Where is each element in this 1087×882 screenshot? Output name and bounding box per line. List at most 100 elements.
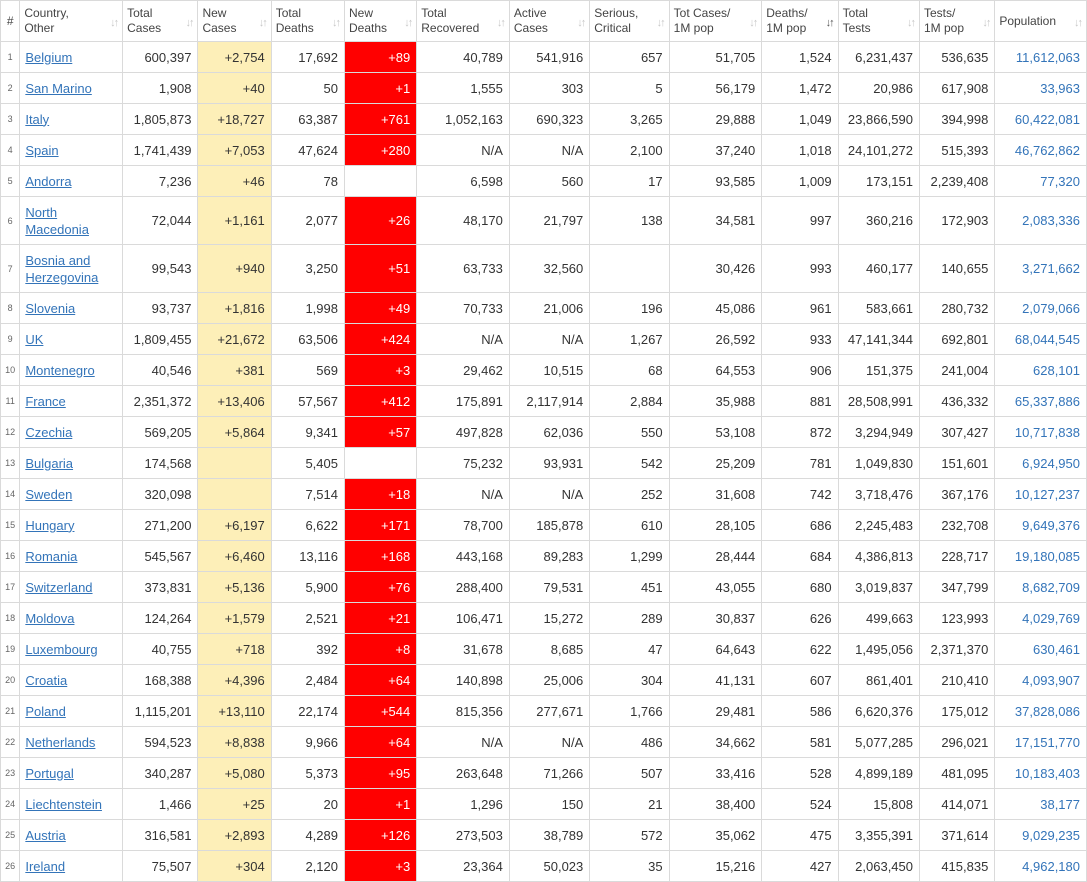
header-label-line2: Other xyxy=(24,21,55,35)
new-cases-cell: +6,197 xyxy=(197,509,272,541)
total-recovered-cell: 31,678 xyxy=(416,633,510,665)
tests-1m-cell: 296,021 xyxy=(918,726,996,758)
header-total-recovered[interactable]: Total Recovered ↓↑ xyxy=(416,0,510,42)
country-link[interactable]: Bulgaria xyxy=(25,456,73,471)
population-cell: 4,029,769 xyxy=(994,602,1087,634)
deaths-1m-cell: 742 xyxy=(761,478,839,510)
serious-critical-cell: 572 xyxy=(589,819,670,851)
header-active-cases[interactable]: Active Cases ↓↑ xyxy=(508,0,591,42)
new-deaths-cell xyxy=(343,165,418,197)
sort-icon[interactable]: ↓↑ xyxy=(332,16,341,31)
tests-1m-cell: 307,427 xyxy=(918,416,996,448)
country-link[interactable]: Belgium xyxy=(25,50,72,65)
country-link[interactable]: Switzerland xyxy=(25,580,92,595)
active-cases-cell: 89,283 xyxy=(508,540,591,572)
country-link[interactable]: Montenegro xyxy=(25,363,94,378)
country-link[interactable]: Croatia xyxy=(25,673,67,688)
tests-1m-cell: 175,012 xyxy=(918,695,996,727)
country-link[interactable]: Luxembourg xyxy=(25,642,97,657)
country-link[interactable]: Bosnia and Herzegovina xyxy=(25,253,98,285)
tot-cases-1m-cell: 56,179 xyxy=(668,72,763,104)
tot-cases-1m-cell: 35,062 xyxy=(668,819,763,851)
country-link[interactable]: Netherlands xyxy=(25,735,95,750)
sort-icon[interactable]: ↓↑ xyxy=(185,16,194,31)
serious-critical-cell: 17 xyxy=(589,165,670,197)
country-cell: Moldova xyxy=(19,602,124,634)
header-label-line2: 1M pop xyxy=(673,21,714,35)
row-index: 16 xyxy=(0,540,21,572)
country-link[interactable]: San Marino xyxy=(25,81,91,96)
country-cell: Romania xyxy=(19,540,124,572)
sort-icon[interactable]: ↓↑ xyxy=(110,16,119,31)
country-link[interactable]: Liechtenstein xyxy=(25,797,102,812)
deaths-1m-cell: 961 xyxy=(761,292,839,324)
total-cases-cell: 174,568 xyxy=(122,447,199,479)
serious-critical-cell: 196 xyxy=(589,292,670,324)
active-cases-cell: 303 xyxy=(508,72,591,104)
country-link[interactable]: Moldova xyxy=(25,611,74,626)
sort-icon[interactable]: ↓↑ xyxy=(497,16,506,31)
total-deaths-cell: 569 xyxy=(270,354,346,386)
header-country[interactable]: Country, Other ↓↑ xyxy=(19,0,124,42)
country-link[interactable]: Ireland xyxy=(25,859,65,874)
total-deaths-cell: 63,387 xyxy=(270,103,346,135)
country-link[interactable]: Czechia xyxy=(25,425,72,440)
header-tot-cases-1m[interactable]: Tot Cases/1M pop ↓↑ xyxy=(668,0,763,42)
new-cases-cell: +21,672 xyxy=(197,323,272,355)
header-total-tests[interactable]: Total Tests ↓↑ xyxy=(837,0,921,42)
country-link[interactable]: Hungary xyxy=(25,518,74,533)
country-link[interactable]: Austria xyxy=(25,828,65,843)
total-tests-cell: 15,808 xyxy=(837,788,921,820)
table-row: 22 Netherlands 594,523 +8,838 9,966 +64 N/A N/A… xyxy=(0,726,1087,758)
country-link[interactable]: Andorra xyxy=(25,174,71,189)
country-cell: Portugal xyxy=(19,757,124,789)
country-link[interactable]: UK xyxy=(25,332,43,347)
new-deaths-cell: +1 xyxy=(343,72,418,104)
header-population[interactable]: Population ↓↑ xyxy=(994,0,1087,42)
new-cases-cell: +13,406 xyxy=(197,385,272,417)
sort-icon[interactable]: ↓↑ xyxy=(259,16,268,31)
country-link[interactable]: Romania xyxy=(25,549,77,564)
header-total-deaths[interactable]: Total Deaths ↓↑ xyxy=(270,0,346,42)
sort-icon[interactable]: ↓↑ xyxy=(577,16,586,31)
header-tests-1m[interactable]: Tests/1M pop ↓↑ xyxy=(918,0,996,42)
country-cell: Austria xyxy=(19,819,124,851)
header-index[interactable]: # xyxy=(0,0,21,42)
header-total-cases[interactable]: Total Cases ↓↑ xyxy=(122,0,199,42)
new-deaths-cell: +8 xyxy=(343,633,418,665)
country-link[interactable]: Poland xyxy=(25,704,65,719)
total-deaths-cell: 50 xyxy=(270,72,346,104)
total-recovered-cell: 1,052,163 xyxy=(416,103,510,135)
new-cases-cell: +4,396 xyxy=(197,664,272,696)
sort-icon[interactable]: ↓↑ xyxy=(657,16,666,31)
country-link[interactable]: North Macedonia xyxy=(25,205,89,237)
tot-cases-1m-cell: 25,209 xyxy=(668,447,763,479)
country-link[interactable]: Italy xyxy=(25,112,49,127)
header-serious-critical[interactable]: Serious, Critical ↓↑ xyxy=(589,0,670,42)
header-new-cases[interactable]: New Cases ↓↑ xyxy=(197,0,272,42)
sort-icon[interactable]: ↓↑ xyxy=(982,16,991,31)
sort-icon[interactable]: ↓↑ xyxy=(826,16,835,31)
country-link[interactable]: Slovenia xyxy=(25,301,75,316)
country-link[interactable]: France xyxy=(25,394,65,409)
country-link[interactable]: Spain xyxy=(25,143,58,158)
header-new-deaths[interactable]: New Deaths ↓↑ xyxy=(343,0,418,42)
active-cases-cell: 150 xyxy=(508,788,591,820)
total-recovered-cell: 815,356 xyxy=(416,695,510,727)
country-cell: Liechtenstein xyxy=(19,788,124,820)
total-recovered-cell: 70,733 xyxy=(416,292,510,324)
sort-icon[interactable]: ↓↑ xyxy=(404,16,413,31)
country-link[interactable]: Portugal xyxy=(25,766,73,781)
header-deaths-1m[interactable]: Deaths/1M pop ↓↑ xyxy=(761,0,839,42)
sort-icon[interactable]: ↓↑ xyxy=(907,16,916,31)
deaths-1m-cell: 781 xyxy=(761,447,839,479)
population-cell: 33,963 xyxy=(994,72,1087,104)
tests-1m-cell: 536,635 xyxy=(918,41,996,73)
active-cases-cell: 21,006 xyxy=(508,292,591,324)
deaths-1m-cell: 684 xyxy=(761,540,839,572)
total-deaths-cell: 2,521 xyxy=(270,602,346,634)
country-cell: Belgium xyxy=(19,41,124,73)
sort-icon[interactable]: ↓↑ xyxy=(749,16,758,31)
country-link[interactable]: Sweden xyxy=(25,487,72,502)
sort-icon[interactable]: ↓↑ xyxy=(1074,16,1083,31)
